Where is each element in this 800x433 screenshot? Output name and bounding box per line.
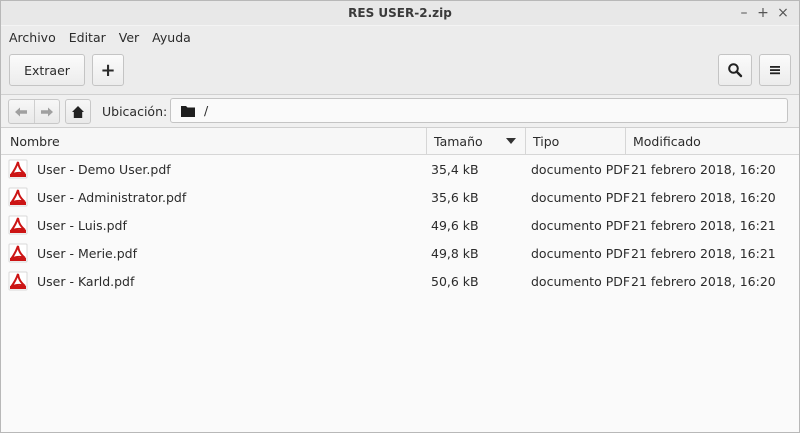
file-size: 35,4 kB	[431, 161, 479, 177]
file-row[interactable]: User - Administrator.pdf 35,6 kB documento…	[1, 183, 799, 211]
navigation-buttons	[8, 99, 60, 124]
toolbar: Extraer +	[1, 48, 799, 95]
extract-button[interactable]: Extraer	[9, 54, 85, 86]
menu-archivo[interactable]: Archivo	[1, 30, 61, 45]
file-name: User - Luis.pdf	[37, 217, 127, 233]
file-row[interactable]: User - Demo User.pdf 35,4 kB documento PDF…	[1, 155, 799, 183]
file-size: 35,6 kB	[431, 189, 479, 205]
file-name: User - Karld.pdf	[37, 273, 135, 289]
file-size: 49,6 kB	[431, 217, 479, 233]
pdf-file-icon	[8, 211, 30, 239]
back-button[interactable]	[9, 100, 34, 123]
file-modified: 21 febrero 2018, 16:21	[631, 217, 776, 233]
close-button[interactable]: ×	[773, 3, 793, 23]
maximize-button[interactable]: +	[753, 3, 773, 23]
file-name: User - Demo User.pdf	[37, 161, 171, 177]
file-name: User - Administrator.pdf	[37, 189, 187, 205]
file-type: documento PDF	[531, 189, 631, 205]
column-header-modified[interactable]: Modificado	[626, 128, 799, 154]
forward-button[interactable]	[33, 100, 60, 123]
column-header-type[interactable]: Tipo	[526, 128, 626, 154]
file-row[interactable]: User - Merie.pdf 49,8 kB documento PDF 21 f…	[1, 239, 799, 267]
file-size: 50,6 kB	[431, 273, 479, 289]
pdf-file-icon	[8, 267, 30, 295]
file-modified: 21 febrero 2018, 16:20	[631, 189, 776, 205]
column-header-row: Nombre Tamaño Tipo Modificado	[1, 128, 799, 155]
file-modified: 21 febrero 2018, 16:21	[631, 245, 776, 261]
column-header-size[interactable]: Tamaño	[427, 128, 526, 154]
file-size: 49,8 kB	[431, 245, 479, 261]
file-row[interactable]: User - Karld.pdf 50,6 kB documento PDF 21 f…	[1, 267, 799, 295]
menu-bar: Archivo Editar Ver Ayuda	[1, 26, 799, 48]
folder-icon	[181, 105, 195, 117]
archive-manager-window: RES USER-2.zip – + × Archivo Editar Ver …	[0, 0, 800, 433]
file-type: documento PDF	[531, 245, 631, 261]
title-bar[interactable]: RES USER-2.zip – + ×	[1, 1, 799, 25]
search-button[interactable]	[718, 54, 752, 86]
file-type: documento PDF	[531, 217, 631, 233]
add-files-button[interactable]: +	[92, 54, 124, 86]
location-label: Ubicación:	[102, 104, 168, 119]
hamburger-menu-icon	[770, 66, 780, 75]
pdf-file-icon	[8, 155, 30, 183]
file-type: documento PDF	[531, 273, 631, 289]
pdf-file-icon	[8, 239, 30, 267]
search-icon	[728, 63, 743, 78]
menu-ayuda[interactable]: Ayuda	[144, 30, 196, 45]
location-field[interactable]: /	[170, 98, 788, 123]
file-name: User - Merie.pdf	[37, 245, 137, 261]
location-bar: Ubicación: /	[1, 95, 799, 128]
file-list[interactable]: Nombre Tamaño Tipo Modificado User - Dem…	[1, 128, 799, 432]
column-header-name[interactable]: Nombre	[1, 128, 427, 154]
home-button[interactable]	[65, 99, 91, 124]
menu-ver[interactable]: Ver	[111, 30, 144, 45]
location-path: /	[204, 103, 209, 118]
pdf-file-icon	[8, 183, 30, 211]
home-icon	[72, 105, 84, 118]
file-row[interactable]: User - Luis.pdf 49,6 kB documento PDF 21 fe…	[1, 211, 799, 239]
file-modified: 21 febrero 2018, 16:20	[631, 273, 776, 289]
file-type: documento PDF	[531, 161, 631, 177]
main-menu-button[interactable]	[759, 54, 791, 86]
minimize-button[interactable]: –	[734, 3, 754, 23]
sort-descending-icon	[506, 138, 516, 144]
menu-editar[interactable]: Editar	[61, 30, 111, 45]
column-header-size-label: Tamaño	[434, 133, 483, 149]
arrow-right-icon	[40, 107, 53, 116]
arrow-left-icon	[15, 107, 28, 116]
file-modified: 21 febrero 2018, 16:20	[631, 161, 776, 177]
window-title: RES USER-2.zip	[348, 6, 452, 20]
